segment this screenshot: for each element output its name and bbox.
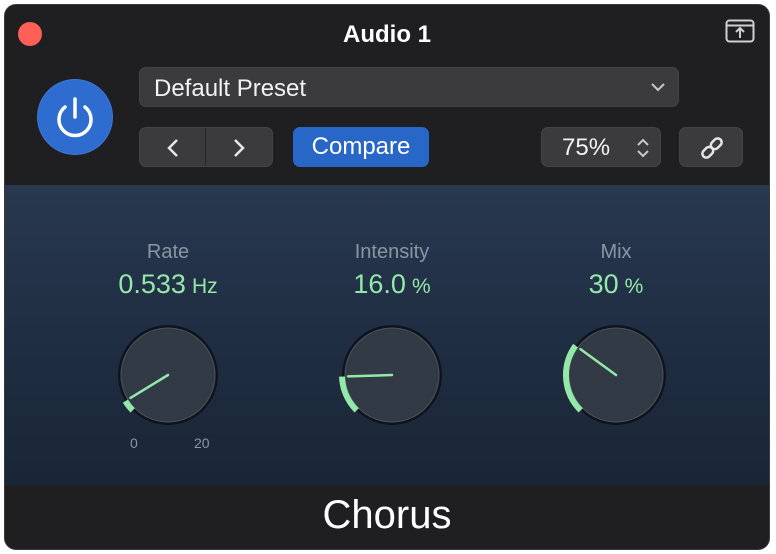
up-down-stepper-icon (637, 138, 649, 158)
previous-preset-button[interactable] (140, 128, 206, 166)
knob-label: Intensity (354, 241, 430, 263)
footer: Chorus (5, 485, 769, 549)
preset-label: Default Preset (154, 75, 307, 102)
mix-knob[interactable] (556, 315, 676, 435)
power-button[interactable] (37, 79, 113, 155)
knob-value: 16.0% (353, 269, 431, 299)
knob-label: Mix (600, 241, 632, 263)
chevron-left-icon (167, 139, 178, 157)
knob-indicator (346, 373, 394, 378)
share-icon (725, 19, 755, 43)
link-button[interactable] (679, 127, 743, 167)
compare-button[interactable]: Compare (293, 127, 429, 167)
chevron-right-icon (234, 139, 245, 157)
chevron-down-icon (651, 83, 665, 92)
window-title: Audio 1 (343, 21, 431, 48)
knob-label: Rate (146, 241, 190, 263)
intensity-knob[interactable] (332, 315, 452, 435)
zoom-value: 75% (562, 134, 611, 161)
zoom-select[interactable]: 75% (541, 127, 661, 167)
rate-knob[interactable] (108, 315, 228, 435)
plugin-window: Audio 1 Default Preset Compare 75% Rate … (4, 4, 770, 550)
link-icon (701, 137, 723, 159)
parameter-panel: Rate 0.533 Hz 0 20 Intensity 16.0% Mix 30… (5, 185, 769, 485)
power-icon (57, 97, 93, 138)
range-min-label: 0 (130, 435, 138, 451)
preset-dropdown[interactable]: Default Preset (139, 67, 679, 107)
knob-value: 0.533 Hz (118, 269, 218, 299)
knob-value: 30% (588, 269, 644, 299)
share-button[interactable] (725, 19, 755, 43)
range-max-label: 20 (194, 435, 210, 451)
plugin-name: Chorus (322, 493, 452, 537)
preset-navigation (139, 127, 273, 167)
title-bar: Audio 1 (5, 5, 769, 61)
next-preset-button[interactable] (206, 128, 272, 166)
